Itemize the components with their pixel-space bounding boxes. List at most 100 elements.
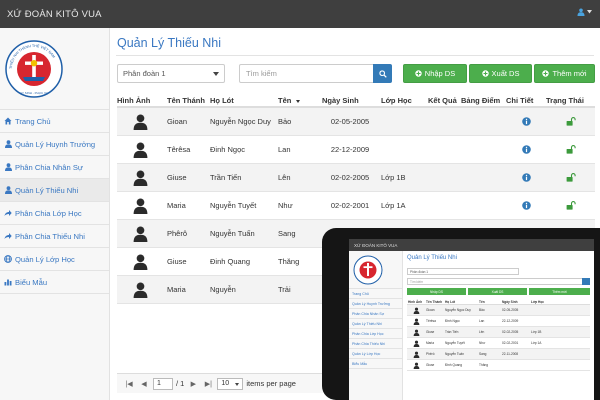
user-icon — [4, 140, 12, 148]
sidebar-item-label: Phân Chia Thiếu Nhi — [15, 231, 85, 241]
tablet-cell-last-name: Nguyễn Tuấn — [445, 352, 464, 356]
cell-class: Lớp 1A — [381, 201, 406, 210]
cell-saint: Giuse — [167, 173, 187, 182]
user-menu[interactable] — [577, 8, 592, 16]
info-icon — [521, 201, 531, 210]
table-row[interactable]: Têrêsa Đinh Ngọc Lan 22-12-2009 — [117, 136, 595, 164]
table-row[interactable]: Giuse Trần Tiến Lên 02-02-2005 Lớp 1B — [117, 164, 595, 192]
tablet-cell-class: Lớp 1B — [531, 330, 542, 334]
first-page-button[interactable]: |◀ — [123, 378, 135, 390]
col-header-class[interactable]: Lớp Học — [378, 92, 425, 106]
items-per-page-label: items per page — [246, 379, 296, 388]
sidebar: THIẾU NHI THÁNH THỂ VIỆT NAM HY SINH - P… — [0, 28, 110, 400]
app-title[interactable]: XỨ ĐOÀN KITÔ VUA — [7, 9, 102, 20]
avatar — [117, 220, 164, 247]
last-page-button[interactable]: ▶| — [202, 378, 214, 390]
globe-icon — [4, 255, 12, 263]
tablet-col-header: Lớp Học — [531, 299, 545, 304]
sidebar-item-trang-chu[interactable]: Trang Chủ — [0, 110, 109, 133]
details-button[interactable] — [506, 108, 546, 135]
tablet-cell-dob — [501, 360, 530, 370]
table-row[interactable]: Maria Nguyễn Tuyết Như 02-02-2001 Lớp 1A — [117, 192, 595, 220]
info-icon — [521, 145, 531, 154]
export-label: Xuất DS — [491, 69, 520, 78]
details-button[interactable] — [506, 136, 546, 163]
col-header-status[interactable]: Trạng Thái — [546, 92, 595, 106]
tablet-cell-first-name: Như — [479, 341, 486, 345]
tablet-table-row: Maria Nguyễn Tuyết Như 02-02-2001 Lớp 1A — [407, 338, 590, 349]
sidebar-item-quan-ly-huynh-truong[interactable]: Quản Lý Huynh Trưởng — [0, 133, 109, 156]
avatar-placeholder-icon — [413, 340, 420, 347]
sidebar-item-phan-chia-thieu-nhi[interactable]: Phân Chia Thiếu Nhi — [0, 225, 109, 248]
tablet-import-button: Nhập DS — [407, 288, 466, 295]
status-toggle[interactable] — [546, 192, 595, 219]
unlock-icon — [566, 173, 576, 182]
tablet-avatar — [407, 316, 425, 326]
tablet-add-button: Thêm mới — [529, 288, 590, 295]
import-button[interactable]: Nhập DS — [403, 64, 467, 83]
status-toggle[interactable] — [546, 136, 595, 163]
details-button[interactable] — [506, 192, 546, 219]
select-value: Phân đoàn 1 — [123, 69, 166, 78]
caret-down-icon — [213, 72, 219, 76]
avatar-placeholder-icon — [413, 307, 420, 314]
tablet-cell-saint: Giuse — [426, 363, 435, 367]
sidebar-item-bieu-mau[interactable]: Biểu Mẫu — [0, 271, 109, 294]
table-header: Hình Ảnh Tên Thánh Họ Lót Tên Ngày Sinh … — [117, 92, 595, 108]
details-button[interactable] — [506, 164, 546, 191]
page-size-value: 10 — [221, 379, 230, 387]
status-toggle[interactable] — [546, 108, 595, 135]
page-input[interactable]: 1 — [153, 377, 173, 390]
tablet-sidebar-item: Biểu Mẫu — [349, 359, 402, 369]
add-button[interactable]: Thêm mới — [534, 64, 595, 83]
divider — [116, 55, 594, 56]
cell-class: Lớp 1B — [381, 173, 406, 182]
page-size-select[interactable]: 10 — [217, 377, 244, 390]
avatar-placeholder-icon — [413, 351, 420, 358]
tablet-search-button — [582, 278, 590, 285]
col-header-details[interactable]: Chi Tiết — [506, 92, 546, 106]
col-header-dob[interactable]: Ngày Sinh — [322, 92, 378, 106]
tablet-main: Quản Lý Thiếu Nhi Phân đoàn 1 Tìm kiếm N… — [403, 251, 594, 400]
avatar-placeholder-icon — [133, 254, 148, 270]
col-header-result[interactable]: Kết Quả — [425, 92, 458, 106]
cell-saint: Têrêsa — [167, 145, 191, 154]
sidebar-item-phan-chia-lop-hoc[interactable]: Phân Chia Lớp Học — [0, 202, 109, 225]
col-header-saint[interactable]: Tên Thánh — [164, 92, 207, 106]
sidebar-item-label: Phân Chia Nhân Sự — [15, 162, 83, 172]
search-placeholder: Tìm kiếm — [246, 69, 277, 78]
col-header-first-name[interactable]: Tên — [275, 92, 322, 106]
tablet-screen: XỨ ĐOÀN KITÔ VUA Trang Chủ Quản Lý Huynh … — [349, 239, 594, 400]
search-input[interactable]: Tìm kiếm — [239, 64, 374, 83]
prev-page-button[interactable]: ◀ — [138, 378, 150, 390]
tablet-cell-last-name: Nguyễn Tuyết — [445, 341, 465, 345]
sidebar-item-quan-ly-thieu-nhi[interactable]: Quản Lý Thiếu Nhi — [0, 179, 109, 202]
tablet-search: Tìm kiếm — [407, 278, 583, 285]
tablet-avatar — [407, 338, 425, 348]
col-header-grades[interactable]: Bảng Điểm — [458, 92, 506, 106]
user-icon — [4, 163, 12, 171]
logo: THIẾU NHI THÁNH THỂ VIỆT NAM HY SINH - P… — [0, 28, 109, 110]
plus-circle-icon — [415, 70, 422, 77]
tablet-col-header: Họ Lót — [445, 299, 456, 304]
cell-last-name: Nguyễn Tuấn — [210, 229, 255, 238]
export-button[interactable]: Xuất DS — [469, 64, 532, 83]
table-row[interactable]: Gioan Nguyễn Ngọc Duy Bảo 02-05-2005 — [117, 108, 595, 136]
cell-class — [378, 108, 425, 135]
sidebar-item-quan-ly-lop-hoc[interactable]: Quản Lý Lớp Học — [0, 248, 109, 271]
cell-dob: 22-12-2009 — [330, 145, 370, 154]
col-header-last-name[interactable]: Họ Lót — [207, 92, 275, 106]
tablet-cell-class — [530, 349, 557, 359]
tablet-sidebar-item: Quản Lý Lớp Học — [349, 349, 402, 359]
sidebar-item-phan-chia-nhan-su[interactable]: Phân Chia Nhân Sự — [0, 156, 109, 179]
import-label: Nhập DS — [424, 69, 456, 78]
tablet-sidebar: Trang Chủ Quản Lý Huynh Trưởng Phân Chia N… — [349, 251, 403, 400]
search-button[interactable] — [373, 64, 392, 83]
phan-doan-select[interactable]: Phân đoàn 1 — [117, 64, 225, 83]
share-icon — [4, 209, 12, 217]
next-page-button[interactable]: ▶ — [187, 378, 199, 390]
cell-result — [425, 108, 458, 135]
cell-grades — [458, 192, 506, 219]
col-header-image[interactable]: Hình Ảnh — [117, 92, 164, 106]
status-toggle[interactable] — [546, 164, 595, 191]
